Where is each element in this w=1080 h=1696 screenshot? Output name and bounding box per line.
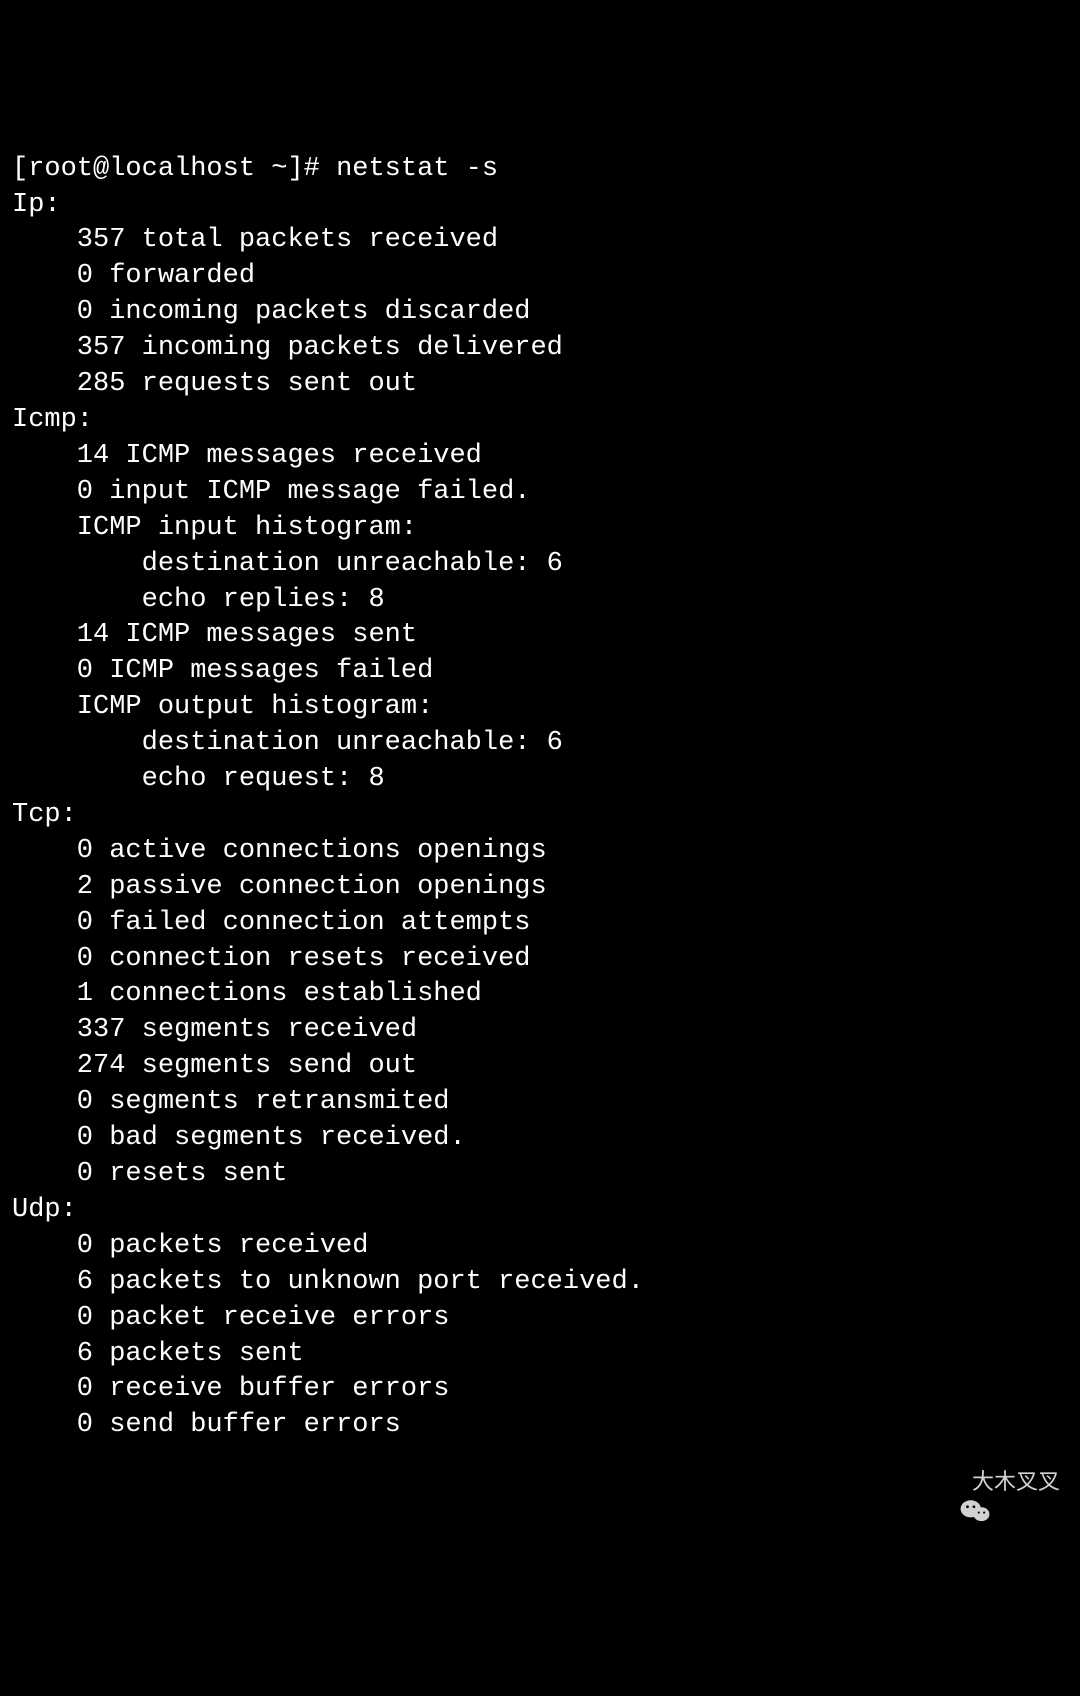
udp-line: 6 packets to unknown port received. bbox=[12, 1267, 644, 1297]
tcp-line: 0 failed connection attempts bbox=[12, 908, 530, 938]
ip-line: 0 incoming packets discarded bbox=[12, 297, 530, 327]
icmp-line: 14 ICMP messages received bbox=[12, 441, 482, 471]
tcp-line: 0 resets sent bbox=[12, 1159, 287, 1189]
icmp-line: destination unreachable: 6 bbox=[12, 728, 563, 758]
icmp-line: ICMP output histogram: bbox=[12, 692, 433, 722]
tcp-header: Tcp: bbox=[12, 800, 77, 830]
icmp-line: destination unreachable: 6 bbox=[12, 549, 563, 579]
ip-line: 0 forwarded bbox=[12, 261, 255, 291]
wechat-icon bbox=[936, 1469, 966, 1493]
udp-line: 0 packet receive errors bbox=[12, 1303, 449, 1333]
icmp-line: ICMP input histogram: bbox=[12, 513, 417, 543]
tcp-line: 0 bad segments received. bbox=[12, 1123, 466, 1153]
terminal-output: [root@localhost ~]# netstat -s Ip: 357 t… bbox=[12, 152, 1068, 1445]
ip-line: 357 incoming packets delivered bbox=[12, 333, 563, 363]
udp-line: 0 receive buffer errors bbox=[12, 1374, 449, 1404]
tcp-line: 1 connections established bbox=[12, 979, 482, 1009]
icmp-line: echo request: 8 bbox=[12, 764, 385, 794]
ip-header: Ip: bbox=[12, 190, 61, 220]
command: netstat -s bbox=[336, 154, 498, 184]
icmp-line: 0 ICMP messages failed bbox=[12, 656, 433, 686]
watermark-text: 大木叉叉 bbox=[972, 1467, 1060, 1496]
tcp-line: 337 segments received bbox=[12, 1015, 417, 1045]
udp-line: 0 send buffer errors bbox=[12, 1410, 401, 1440]
tcp-line: 2 passive connection openings bbox=[12, 872, 547, 902]
icmp-header: Icmp: bbox=[12, 405, 93, 435]
prompt: [root@localhost ~]# bbox=[12, 154, 336, 184]
tcp-line: 0 connection resets received bbox=[12, 944, 530, 974]
icmp-line: 0 input ICMP message failed. bbox=[12, 477, 530, 507]
tcp-line: 0 segments retransmited bbox=[12, 1087, 449, 1117]
udp-line: 0 packets received bbox=[12, 1231, 368, 1261]
udp-line: 6 packets sent bbox=[12, 1339, 304, 1369]
icmp-line: echo replies: 8 bbox=[12, 585, 385, 615]
icmp-line: 14 ICMP messages sent bbox=[12, 620, 417, 650]
tcp-line: 274 segments send out bbox=[12, 1051, 417, 1081]
watermark: 大木叉叉 bbox=[936, 1467, 1060, 1496]
udp-header: Udp: bbox=[12, 1195, 77, 1225]
tcp-line: 0 active connections openings bbox=[12, 836, 547, 866]
ip-line: 285 requests sent out bbox=[12, 369, 417, 399]
ip-line: 357 total packets received bbox=[12, 225, 498, 255]
